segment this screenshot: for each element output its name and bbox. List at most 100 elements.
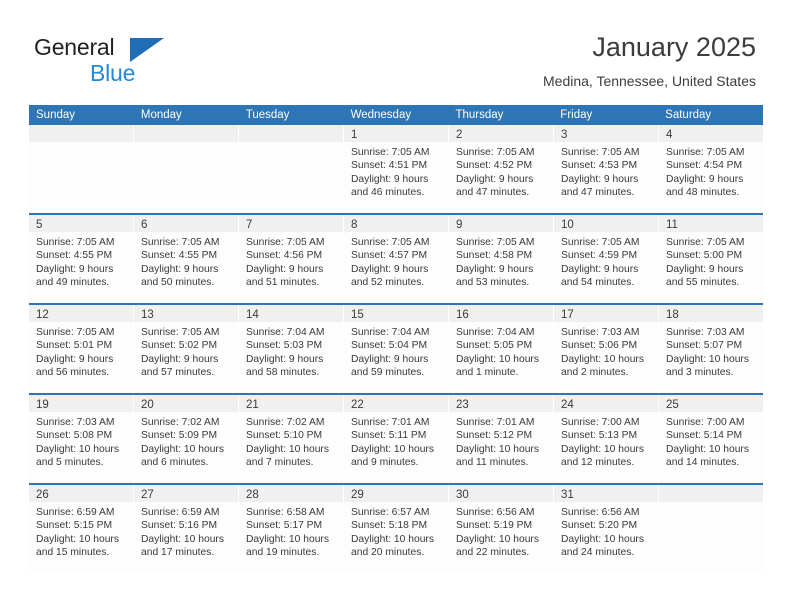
calendar-day-cell[interactable]: 13 Sunrise: 7:05 AM Sunset: 5:02 PM Dayligh… bbox=[134, 305, 239, 393]
day-detail-line: Sunset: 5:01 PM bbox=[36, 340, 113, 352]
calendar-day-cell[interactable]: 11 Sunrise: 7:05 AM Sunset: 5:00 PM Dayligh… bbox=[659, 215, 763, 303]
day-number-strip: 28 bbox=[239, 485, 343, 502]
day-details: Sunrise: 7:05 AM Sunset: 4:54 PM Daylight:… bbox=[659, 142, 763, 199]
day-details: Sunrise: 7:05 AM Sunset: 5:02 PM Daylight:… bbox=[134, 322, 238, 379]
day-detail-line: Daylight: 10 hours bbox=[141, 533, 224, 545]
calendar-day-cell[interactable]: 30 Sunrise: 6:56 AM Sunset: 5:19 PM Dayligh… bbox=[449, 485, 554, 573]
day-detail-line: Sunrise: 7:03 AM bbox=[561, 327, 640, 338]
day-detail-line: Daylight: 9 hours bbox=[561, 263, 639, 275]
calendar-week-row: 5 Sunrise: 7:05 AM Sunset: 4:55 PM Daylight… bbox=[29, 213, 763, 303]
calendar-day-cell[interactable]: 3 Sunrise: 7:05 AM Sunset: 4:53 PM Daylight… bbox=[554, 125, 659, 213]
calendar-day-cell[interactable]: 12 Sunrise: 7:05 AM Sunset: 5:01 PM Dayligh… bbox=[29, 305, 134, 393]
day-number-strip: 21 bbox=[239, 395, 343, 412]
calendar-day-cell[interactable]: 9 Sunrise: 7:05 AM Sunset: 4:58 PM Daylight… bbox=[449, 215, 554, 303]
day-detail-line: Sunset: 5:16 PM bbox=[141, 520, 218, 532]
calendar-day-cell[interactable]: 31 Sunrise: 6:56 AM Sunset: 5:20 PM Dayligh… bbox=[554, 485, 659, 573]
day-detail-line: and 24 minutes. bbox=[561, 546, 635, 558]
day-number: 19 bbox=[36, 399, 49, 411]
day-number-strip: 15 bbox=[344, 305, 448, 322]
calendar-day-cell[interactable]: 14 Sunrise: 7:04 AM Sunset: 5:03 PM Dayligh… bbox=[239, 305, 344, 393]
day-detail-line: Daylight: 10 hours bbox=[36, 443, 119, 455]
day-detail-line: Daylight: 10 hours bbox=[561, 353, 644, 365]
day-detail-line: and 58 minutes. bbox=[246, 366, 320, 378]
day-details: Sunrise: 7:05 AM Sunset: 4:58 PM Daylight:… bbox=[449, 232, 553, 289]
calendar-week-row: 1 Sunrise: 7:05 AM Sunset: 4:51 PM Daylight… bbox=[29, 125, 763, 213]
day-number-strip: 22 bbox=[344, 395, 448, 412]
day-number: 4 bbox=[666, 129, 673, 141]
calendar-day-cell[interactable]: 21 Sunrise: 7:02 AM Sunset: 5:10 PM Dayligh… bbox=[239, 395, 344, 483]
day-number: 28 bbox=[246, 489, 259, 501]
calendar-day-cell[interactable]: 16 Sunrise: 7:04 AM Sunset: 5:05 PM Dayligh… bbox=[449, 305, 554, 393]
calendar-day-cell[interactable]: 8 Sunrise: 7:05 AM Sunset: 4:57 PM Daylight… bbox=[344, 215, 449, 303]
calendar-day-cell[interactable]: 28 Sunrise: 6:58 AM Sunset: 5:17 PM Dayligh… bbox=[239, 485, 344, 573]
day-detail-line: Sunset: 5:17 PM bbox=[246, 520, 323, 532]
day-detail-line: Sunrise: 6:56 AM bbox=[561, 507, 640, 518]
calendar-day-cell[interactable]: 26 Sunrise: 6:59 AM Sunset: 5:15 PM Dayligh… bbox=[29, 485, 134, 573]
day-number-strip: 10 bbox=[554, 215, 658, 232]
day-details: Sunrise: 7:04 AM Sunset: 5:05 PM Daylight:… bbox=[449, 322, 553, 379]
calendar-day-cell[interactable]: 23 Sunrise: 7:01 AM Sunset: 5:12 PM Dayligh… bbox=[449, 395, 554, 483]
day-details: Sunrise: 6:59 AM Sunset: 5:15 PM Daylight:… bbox=[29, 502, 133, 559]
day-detail-line: and 20 minutes. bbox=[351, 546, 425, 558]
day-detail-line: Sunrise: 7:01 AM bbox=[456, 417, 535, 428]
weekday-header-tuesday: Tuesday bbox=[245, 109, 290, 121]
day-details: Sunrise: 7:05 AM Sunset: 4:55 PM Daylight:… bbox=[134, 232, 238, 289]
calendar-day-cell[interactable]: 19 Sunrise: 7:03 AM Sunset: 5:08 PM Dayligh… bbox=[29, 395, 134, 483]
calendar-day-cell[interactable]: 22 Sunrise: 7:01 AM Sunset: 5:11 PM Dayligh… bbox=[344, 395, 449, 483]
calendar-day-cell[interactable]: 6 Sunrise: 7:05 AM Sunset: 4:55 PM Daylight… bbox=[134, 215, 239, 303]
day-detail-line: Daylight: 10 hours bbox=[351, 443, 434, 455]
day-detail-line: Sunset: 5:19 PM bbox=[456, 520, 533, 532]
day-detail-line: Sunrise: 7:05 AM bbox=[36, 237, 115, 248]
day-detail-line: Sunrise: 7:05 AM bbox=[141, 237, 220, 248]
day-detail-line: and 5 minutes. bbox=[36, 456, 104, 468]
general-blue-logo[interactable]: General Blue bbox=[34, 36, 264, 88]
day-detail-line: Daylight: 9 hours bbox=[561, 173, 639, 185]
triangle-logo-icon bbox=[130, 38, 164, 62]
day-detail-line: and 48 minutes. bbox=[666, 186, 740, 198]
day-detail-line: Sunrise: 7:05 AM bbox=[456, 147, 535, 158]
day-details: Sunrise: 7:01 AM Sunset: 5:12 PM Daylight:… bbox=[449, 412, 553, 469]
calendar-day-cell[interactable]: 5 Sunrise: 7:05 AM Sunset: 4:55 PM Daylight… bbox=[29, 215, 134, 303]
calendar-day-cell[interactable]: 7 Sunrise: 7:05 AM Sunset: 4:56 PM Daylight… bbox=[239, 215, 344, 303]
calendar-day-cell[interactable]: 4 Sunrise: 7:05 AM Sunset: 4:54 PM Daylight… bbox=[659, 125, 763, 213]
calendar-day-cell[interactable]: 15 Sunrise: 7:04 AM Sunset: 5:04 PM Dayligh… bbox=[344, 305, 449, 393]
day-number: 1 bbox=[351, 129, 358, 141]
calendar-week-row: 19 Sunrise: 7:03 AM Sunset: 5:08 PM Dayligh… bbox=[29, 393, 763, 483]
calendar-day-cell[interactable]: 27 Sunrise: 6:59 AM Sunset: 5:16 PM Dayligh… bbox=[134, 485, 239, 573]
day-details: Sunrise: 7:05 AM Sunset: 4:52 PM Daylight:… bbox=[449, 142, 553, 199]
day-detail-line: Sunrise: 6:59 AM bbox=[141, 507, 220, 518]
day-detail-line: Sunrise: 7:05 AM bbox=[561, 237, 640, 248]
calendar-day-cell[interactable]: 24 Sunrise: 7:00 AM Sunset: 5:13 PM Dayligh… bbox=[554, 395, 659, 483]
day-number-strip: 13 bbox=[134, 305, 238, 322]
calendar-day-cell[interactable]: 25 Sunrise: 7:00 AM Sunset: 5:14 PM Dayligh… bbox=[659, 395, 763, 483]
day-details: Sunrise: 7:03 AM Sunset: 5:08 PM Daylight:… bbox=[29, 412, 133, 469]
calendar-day-cell[interactable]: 1 Sunrise: 7:05 AM Sunset: 4:51 PM Daylight… bbox=[344, 125, 449, 213]
day-detail-line: and 59 minutes. bbox=[351, 366, 425, 378]
day-details: Sunrise: 7:05 AM Sunset: 4:53 PM Daylight:… bbox=[554, 142, 658, 199]
day-number: 23 bbox=[456, 399, 469, 411]
day-detail-line: Sunset: 4:52 PM bbox=[456, 160, 533, 172]
day-detail-line: Sunset: 5:08 PM bbox=[36, 430, 113, 442]
day-number-strip: 17 bbox=[554, 305, 658, 322]
day-number-strip: 30 bbox=[449, 485, 553, 502]
day-detail-line: and 46 minutes. bbox=[351, 186, 425, 198]
calendar-day-cell[interactable]: 2 Sunrise: 7:05 AM Sunset: 4:52 PM Daylight… bbox=[449, 125, 554, 213]
day-details: Sunrise: 6:59 AM Sunset: 5:16 PM Daylight:… bbox=[134, 502, 238, 559]
calendar-day-cell[interactable]: 29 Sunrise: 6:57 AM Sunset: 5:18 PM Dayligh… bbox=[344, 485, 449, 573]
calendar-cell-empty bbox=[134, 125, 239, 213]
day-detail-line: and 50 minutes. bbox=[141, 276, 215, 288]
calendar-day-cell[interactable]: 10 Sunrise: 7:05 AM Sunset: 4:59 PM Dayligh… bbox=[554, 215, 659, 303]
day-details: Sunrise: 6:56 AM Sunset: 5:20 PM Daylight:… bbox=[554, 502, 658, 559]
day-number: 21 bbox=[246, 399, 259, 411]
day-details: Sunrise: 7:03 AM Sunset: 5:07 PM Daylight:… bbox=[659, 322, 763, 379]
weekday-header-wednesday: Wednesday bbox=[350, 109, 412, 121]
day-number-strip: 12 bbox=[29, 305, 133, 322]
day-details bbox=[239, 142, 343, 146]
day-detail-line: Sunset: 4:55 PM bbox=[36, 250, 113, 262]
calendar-day-cell[interactable]: 20 Sunrise: 7:02 AM Sunset: 5:09 PM Dayligh… bbox=[134, 395, 239, 483]
calendar-day-cell[interactable]: 18 Sunrise: 7:03 AM Sunset: 5:07 PM Dayligh… bbox=[659, 305, 763, 393]
day-detail-line: Daylight: 9 hours bbox=[141, 263, 219, 275]
day-details: Sunrise: 7:05 AM Sunset: 4:57 PM Daylight:… bbox=[344, 232, 448, 289]
day-number-strip bbox=[659, 485, 763, 502]
calendar-day-cell[interactable]: 17 Sunrise: 7:03 AM Sunset: 5:06 PM Dayligh… bbox=[554, 305, 659, 393]
